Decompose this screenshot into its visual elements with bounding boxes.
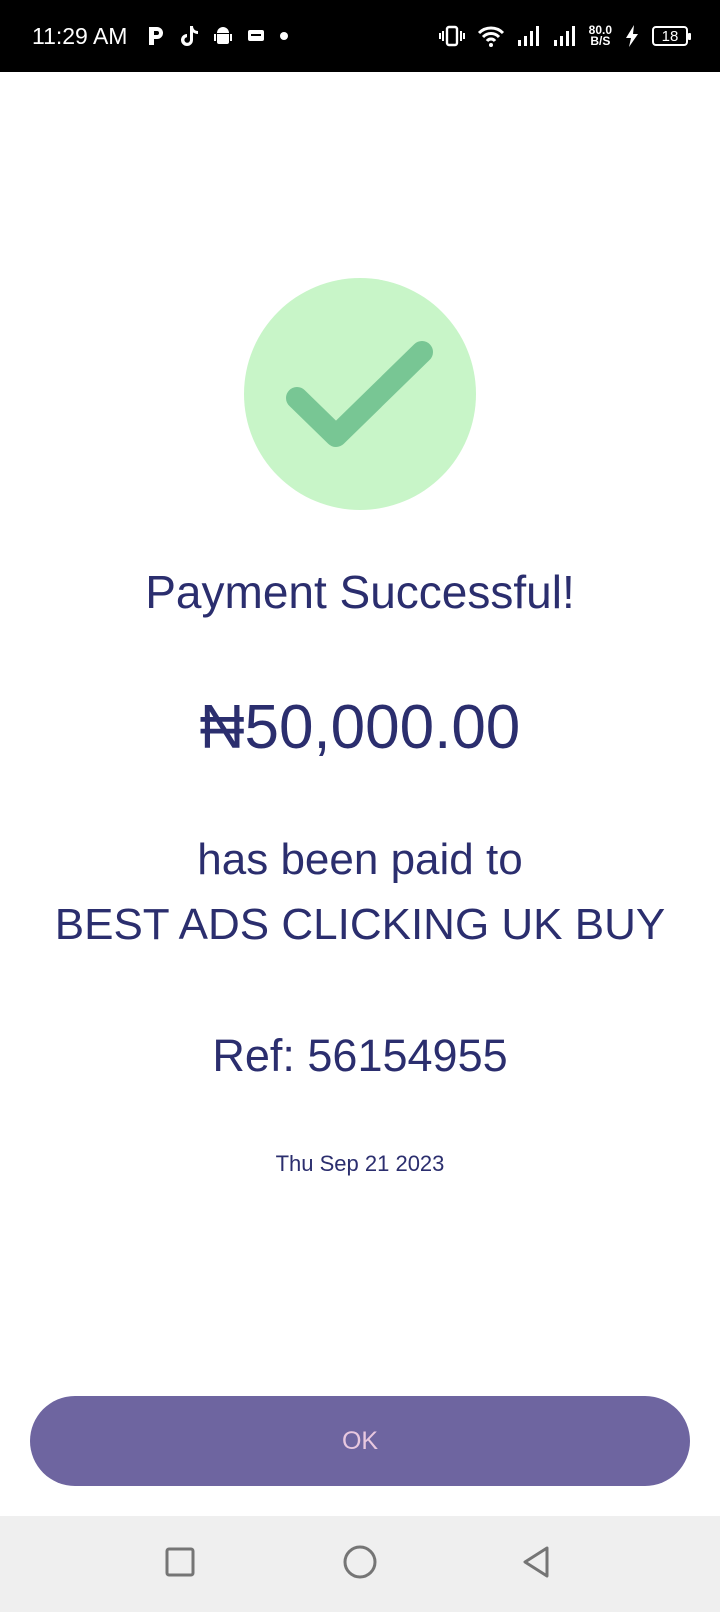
paid-to-label: has been paid to bbox=[197, 835, 523, 884]
network-speed-unit: B/S bbox=[590, 34, 611, 48]
message-icon bbox=[247, 28, 265, 44]
payment-amount: ₦50,000.00 bbox=[199, 693, 521, 762]
network-speed: 80.0 B/S bbox=[589, 24, 612, 48]
battery-level: 18 bbox=[661, 27, 679, 45]
wifi-icon bbox=[477, 24, 505, 48]
dot-icon bbox=[279, 31, 289, 41]
android-icon bbox=[213, 25, 233, 47]
recent-apps-button[interactable] bbox=[132, 1516, 228, 1612]
success-check-icon bbox=[244, 278, 476, 510]
signal-icon bbox=[553, 25, 577, 47]
recipient-name: BEST ADS CLICKING UK BUY bbox=[54, 900, 666, 949]
back-icon bbox=[519, 1544, 553, 1585]
status-time: 11:29 AM bbox=[32, 22, 128, 49]
status-bar: 11:29 AM 80.0 B/S 18 bbox=[0, 0, 720, 72]
tiktok-icon bbox=[179, 25, 199, 47]
charging-icon bbox=[624, 24, 640, 48]
signal-icon bbox=[517, 25, 541, 47]
ok-button[interactable]: OK bbox=[30, 1396, 690, 1486]
home-icon bbox=[342, 1544, 378, 1585]
status-left: 11:29 AM bbox=[32, 23, 289, 50]
navigation-bar bbox=[0, 1516, 720, 1612]
home-button[interactable] bbox=[312, 1516, 408, 1612]
payment-date: Thu Sep 21 2023 bbox=[275, 1151, 445, 1176]
battery-indicator: 18 bbox=[652, 26, 691, 46]
vibrate-icon bbox=[438, 24, 465, 48]
reference-number: Ref: 56154955 bbox=[212, 1030, 508, 1081]
payment-success-title: Payment Successful! bbox=[145, 566, 575, 618]
p-app-icon bbox=[147, 25, 165, 47]
back-button[interactable] bbox=[488, 1516, 584, 1612]
recent-apps-icon bbox=[164, 1546, 196, 1583]
status-right: 80.0 B/S 18 bbox=[438, 24, 691, 48]
